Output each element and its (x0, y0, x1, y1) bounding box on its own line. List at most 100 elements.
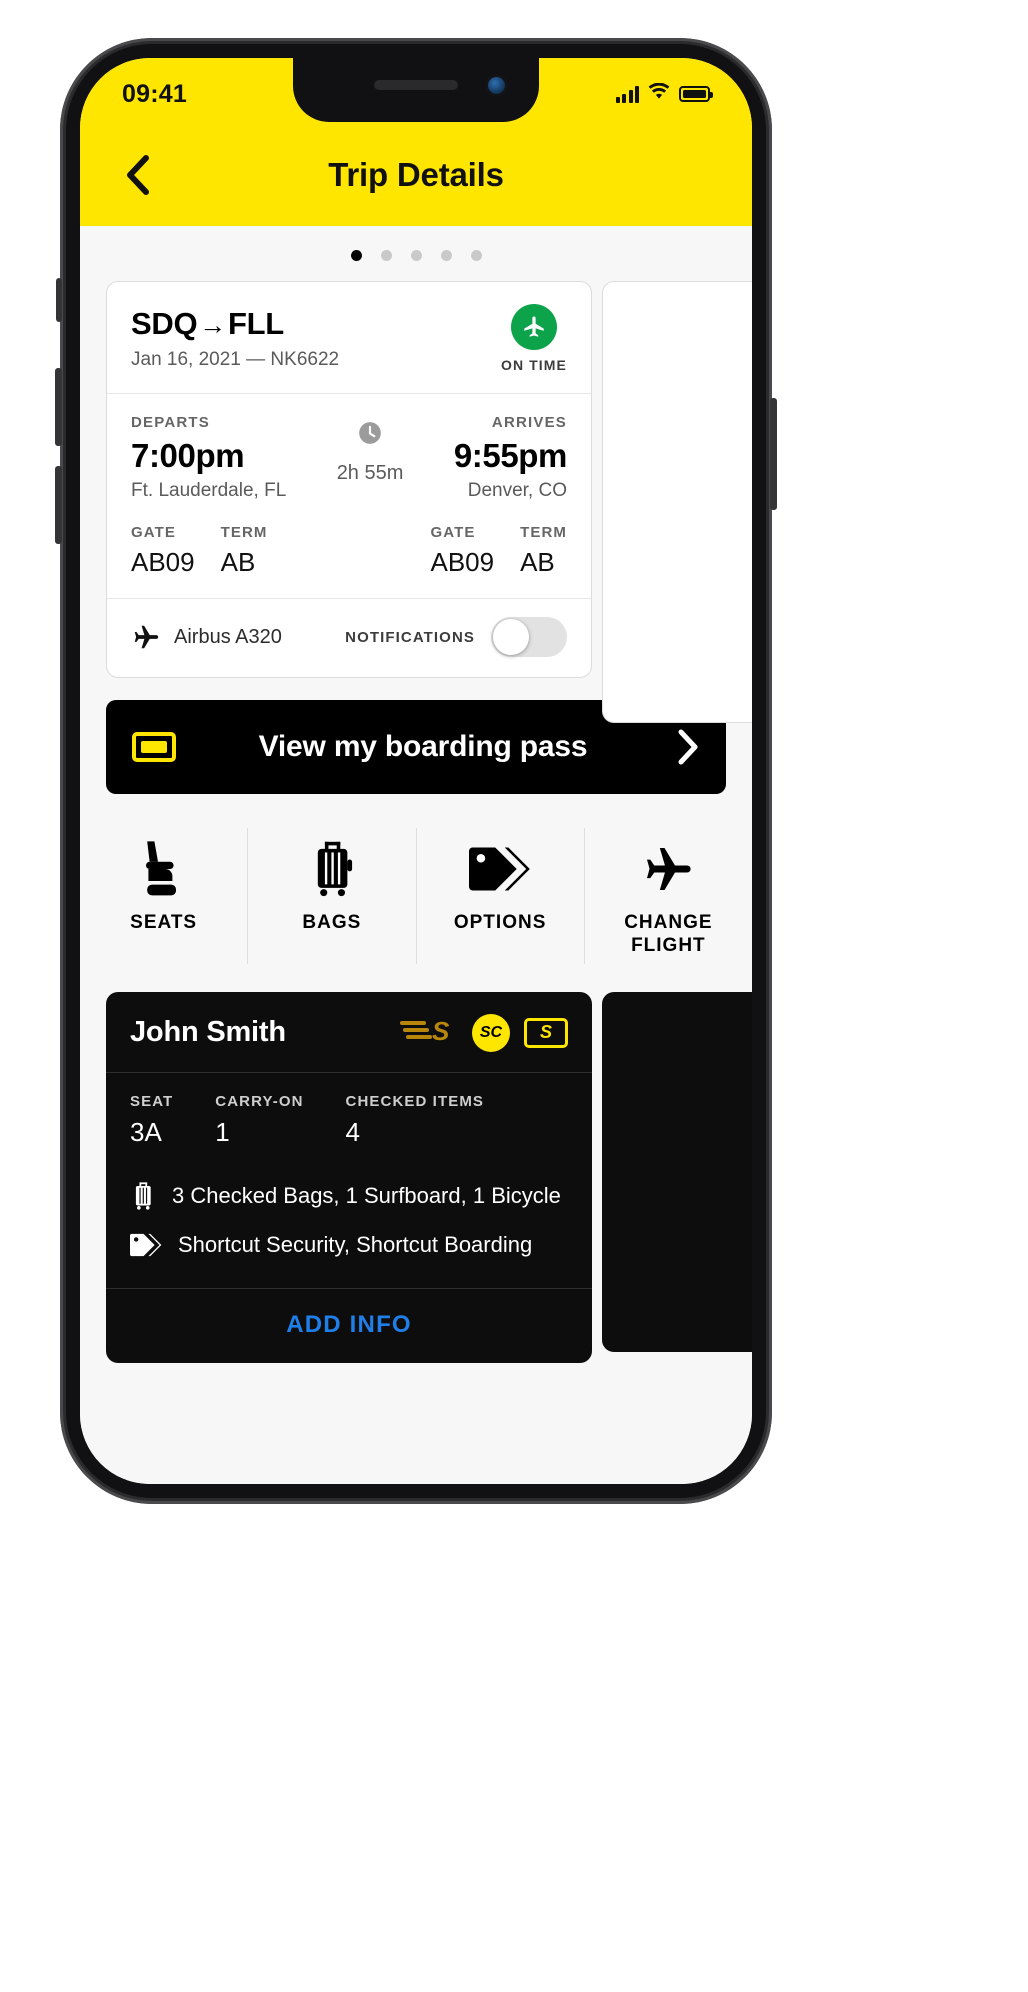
svg-text:S: S (432, 1016, 450, 1045)
passenger-card-carousel[interactable]: John Smith S SC S SEAT 3A CARRY-ON 1 CHE… (80, 974, 752, 1363)
aircraft-type: Airbus A320 (174, 625, 282, 648)
arrival-gate-value: AB09 (430, 547, 495, 577)
boarding-pass-ticket-icon (132, 732, 176, 762)
quick-action-seats-label: SEATS (130, 912, 198, 933)
earpiece-speaker (374, 80, 458, 90)
arrives-label: ARRIVES (491, 414, 567, 431)
back-button[interactable] (106, 143, 170, 207)
flight-route-block: SDQ→FLL Jan 16, 2021 — NK6622 (131, 306, 339, 371)
notifications-label: NOTIFICATIONS (345, 628, 475, 646)
add-info-button[interactable]: ADD INFO (106, 1289, 592, 1363)
arrival-term-value: AB (520, 547, 555, 577)
passenger-card[interactable]: John Smith S SC S SEAT 3A CARRY-ON 1 CHE… (106, 991, 592, 1363)
scroll-content[interactable]: SDQ→FLL Jan 16, 2021 — NK6622 ON TIME DE… (80, 226, 752, 1484)
flight-card[interactable]: SDQ→FLL Jan 16, 2021 — NK6622 ON TIME DE… (106, 281, 592, 678)
page-dot-4[interactable] (440, 250, 452, 261)
flight-card-carousel[interactable]: SDQ→FLL Jan 16, 2021 — NK6622 ON TIME DE… (80, 281, 752, 723)
flight-duration: 2h 55m (336, 462, 404, 484)
departure-term-value: AB (220, 547, 256, 577)
wings-s-logo: S (400, 1015, 458, 1050)
plane-icon (524, 316, 544, 337)
notifications-row: NOTIFICATIONS (345, 617, 567, 657)
status-bar-icons (615, 82, 713, 105)
power-button[interactable] (770, 398, 777, 510)
suitcase-icon (252, 836, 411, 902)
passenger-options-line: Shortcut Security, Shortcut Boarding (130, 1222, 568, 1268)
passenger-card-next-peek[interactable] (602, 991, 752, 1352)
status-badge-circle (510, 304, 557, 350)
seat-icon (84, 836, 243, 902)
checked-items-label: CHECKED ITEMS (345, 1092, 485, 1110)
quick-action-seats[interactable]: SEATS (80, 828, 249, 964)
departs-label: DEPARTS (131, 414, 210, 431)
shortcut-sc-badge: SC (472, 1013, 510, 1052)
passenger-card-header: John Smith S SC S (106, 992, 592, 1073)
plane-icon (134, 625, 159, 649)
front-camera (488, 77, 505, 94)
flight-card-next-peek[interactable] (602, 281, 752, 723)
arrival-time: 9:55pm (453, 437, 568, 474)
navigation-bar: Trip Details (80, 124, 752, 226)
phone-frame: 09:41 Trip Details SDQ→FLL Jan 16, 2021 … (55, 38, 777, 1504)
phone-notch (293, 58, 539, 122)
page-dot-1[interactable] (350, 250, 362, 261)
page-indicator[interactable] (80, 226, 752, 281)
page-dot-3[interactable] (410, 250, 422, 261)
volume-up-button[interactable] (55, 368, 62, 446)
page-dot-2[interactable] (380, 250, 392, 261)
mute-switch[interactable] (56, 278, 62, 322)
quick-action-bags[interactable]: BAGS (248, 828, 417, 964)
tags-icon (421, 836, 580, 902)
departure-terminal: TERM AB (221, 524, 268, 578)
chevron-left-icon (127, 155, 149, 195)
status-bar-time: 09:41 (122, 79, 187, 108)
quick-action-options[interactable]: OPTIONS (417, 828, 585, 964)
status-badge: ON TIME (501, 304, 567, 373)
flight-card-footer: Airbus A320 NOTIFICATIONS (107, 599, 591, 677)
arrival-terminal: TERM AB (520, 524, 567, 578)
clock-icon (359, 422, 381, 444)
gate-terminal-row: GATE AB09 TERM AB GATE AB09 TERM AB (131, 524, 567, 578)
times-row: DEPARTS 7:00pm Ft. Lauderdale, FL 2h 55m (131, 414, 567, 502)
departure-block: DEPARTS 7:00pm Ft. Lauderdale, FL (131, 414, 286, 502)
toggle-knob (493, 619, 529, 655)
quick-action-change-flight-label: CHANGE FLIGHT (624, 912, 713, 956)
page-title: Trip Details (328, 156, 504, 193)
departure-term-label: TERM (220, 524, 268, 541)
departure-gate-label: GATE (131, 524, 176, 541)
battery-icon (679, 86, 713, 102)
arrival-block: ARRIVES 9:55pm Denver, CO (453, 414, 568, 502)
seat-value: 3A (130, 1116, 162, 1147)
plane-icon (589, 836, 748, 902)
flight-date-number: Jan 16, 2021 — NK6622 (131, 349, 340, 370)
arrival-gate-group: GATE AB09 TERM AB (430, 524, 567, 578)
passenger-stats: SEAT 3A CARRY-ON 1 CHECKED ITEMS 4 (106, 1073, 592, 1164)
flight-card-header: SDQ→FLL Jan 16, 2021 — NK6622 ON TIME (107, 282, 591, 394)
destination-code: FLL (227, 306, 284, 341)
departure-gate-group: GATE AB09 TERM AB (131, 524, 268, 578)
departure-gate-value: AB09 (131, 547, 195, 577)
tag-icon (130, 1233, 162, 1256)
carry-on-label: CARRY-ON (215, 1092, 304, 1110)
checked-items-value: 4 (345, 1116, 361, 1147)
passenger-name: John Smith (130, 1016, 286, 1049)
page-dot-5[interactable] (470, 250, 482, 261)
quick-action-bags-label: BAGS (302, 912, 362, 933)
departure-city: Ft. Lauderdale, FL (131, 480, 287, 501)
departure-gate: GATE AB09 (131, 524, 195, 578)
volume-down-button[interactable] (55, 466, 62, 544)
seat-label: SEAT (130, 1092, 174, 1110)
aircraft-block: Airbus A320 (131, 622, 282, 652)
chevron-right-icon (678, 729, 698, 765)
origin-code: SDQ (131, 306, 198, 341)
passenger-detail-lines: 3 Checked Bags, 1 Surfboard, 1 Bicycle S… (106, 1164, 592, 1288)
status-badge-label: ON TIME (500, 357, 567, 373)
arrow-right-icon: → (199, 310, 226, 340)
carry-on-value: 1 (215, 1116, 230, 1147)
duration-block: 2h 55m (286, 414, 454, 485)
quick-action-change-flight[interactable]: CHANGE FLIGHT (585, 828, 752, 964)
notifications-toggle[interactable] (491, 617, 567, 657)
passenger-seat: SEAT 3A (130, 1093, 173, 1148)
passenger-badges: S SC S (400, 1013, 568, 1052)
arrival-gate-label: GATE (430, 524, 476, 541)
